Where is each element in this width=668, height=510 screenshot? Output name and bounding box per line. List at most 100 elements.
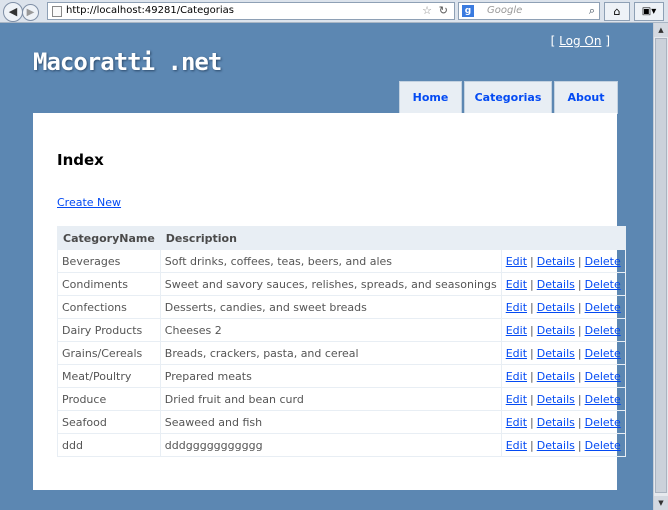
- page-icon: [52, 6, 62, 17]
- table-row: Seafood Seaweed and fish Edit | Details | Dele…: [57, 410, 626, 434]
- header-actions: [500, 226, 626, 250]
- site-title: Macoratti .net: [33, 48, 222, 76]
- action-separator: |: [577, 438, 582, 452]
- action-separator: |: [530, 415, 534, 429]
- search-placeholder: Google: [487, 5, 523, 16]
- edit-link[interactable]: Edit: [506, 370, 527, 383]
- menu-home[interactable]: Home: [399, 81, 462, 114]
- menu-categorias[interactable]: Categorias: [464, 81, 552, 114]
- cell-actions: Edit | Details | Delete: [500, 387, 626, 411]
- action-separator: |: [577, 415, 582, 429]
- cell-category-name: Meat/Poultry: [57, 364, 161, 388]
- scroll-up-arrow-icon[interactable]: ▲: [654, 23, 668, 37]
- table-row: ddd dddggggggggggg Edit | Details | Delete: [57, 433, 626, 457]
- details-link[interactable]: Details: [537, 324, 575, 337]
- reload-icon[interactable]: ↻: [439, 3, 448, 19]
- logon-bracket-close: ]: [605, 34, 610, 48]
- edit-link[interactable]: Edit: [506, 324, 527, 337]
- cell-description: Breads, crackers, pasta, and cereal: [159, 341, 502, 365]
- details-link[interactable]: Details: [537, 255, 575, 268]
- forward-arrow-icon[interactable]: ▶: [22, 4, 39, 21]
- back-arrow-icon[interactable]: ◀: [3, 2, 23, 22]
- action-separator: |: [530, 277, 534, 291]
- cell-actions: Edit | Details | Delete: [500, 295, 626, 319]
- search-input[interactable]: g Google ⌕: [458, 2, 600, 20]
- scroll-thumb[interactable]: [655, 38, 667, 493]
- table-row: Dairy Products Cheeses 2 Edit | Details | Dele…: [57, 318, 626, 342]
- cell-category-name: Condiments: [57, 272, 161, 296]
- delete-link[interactable]: Delete: [585, 255, 621, 268]
- edit-link[interactable]: Edit: [506, 393, 527, 406]
- action-separator: |: [530, 323, 534, 337]
- delete-link[interactable]: Delete: [585, 347, 621, 360]
- cell-category-name: Confections: [57, 295, 161, 319]
- details-link[interactable]: Details: [537, 416, 575, 429]
- action-separator: |: [530, 392, 534, 406]
- delete-link[interactable]: Delete: [585, 301, 621, 314]
- edit-link[interactable]: Edit: [506, 347, 527, 360]
- logon-link[interactable]: Log On: [559, 34, 601, 48]
- header-category-name: CategoryName: [57, 226, 161, 250]
- google-icon[interactable]: g: [462, 5, 474, 17]
- table-header-row: CategoryName Description: [57, 226, 626, 250]
- address-text: http://localhost:49281/Categorias: [66, 5, 234, 16]
- cell-category-name: Dairy Products: [57, 318, 161, 342]
- details-link[interactable]: Details: [537, 278, 575, 291]
- logon-bracket-open: [: [550, 34, 556, 48]
- action-separator: |: [577, 300, 582, 314]
- delete-link[interactable]: Delete: [585, 439, 621, 452]
- addon-icon[interactable]: ▣▾: [634, 2, 664, 21]
- details-link[interactable]: Details: [537, 301, 575, 314]
- delete-link[interactable]: Delete: [585, 370, 621, 383]
- details-link[interactable]: Details: [537, 347, 575, 360]
- main-content: Index Create New CategoryName Descriptio…: [33, 113, 626, 490]
- cell-actions: Edit | Details | Delete: [500, 272, 626, 296]
- edit-link[interactable]: Edit: [506, 301, 527, 314]
- search-icon[interactable]: ⌕: [589, 3, 595, 19]
- cell-description: Cheeses 2: [159, 318, 502, 342]
- table-row: Beverages Soft drinks, coffees, teas, bee…: [57, 249, 626, 273]
- cell-description: Prepared meats: [159, 364, 502, 388]
- table-row: Condiments Sweet and savory sauces, relis…: [57, 272, 626, 296]
- edit-link[interactable]: Edit: [506, 439, 527, 452]
- cell-description: Dried fruit and bean curd: [159, 387, 502, 411]
- action-separator: |: [530, 438, 534, 452]
- edit-link[interactable]: Edit: [506, 416, 527, 429]
- scroll-down-arrow-icon[interactable]: ▼: [654, 496, 668, 510]
- cell-category-name: Grains/Cereals: [57, 341, 161, 365]
- cell-category-name: Produce: [57, 387, 161, 411]
- details-link[interactable]: Details: [537, 393, 575, 406]
- address-bar[interactable]: http://localhost:49281/Categorias ☆ ↻: [47, 2, 455, 20]
- cell-description: Soft drinks, coffees, teas, beers, and a…: [159, 249, 502, 273]
- delete-link[interactable]: Delete: [585, 416, 621, 429]
- details-link[interactable]: Details: [537, 439, 575, 452]
- edit-link[interactable]: Edit: [506, 278, 527, 291]
- cell-actions: Edit | Details | Delete: [500, 249, 626, 273]
- table-row: Confections Desserts, candies, and sweet …: [57, 295, 626, 319]
- vertical-scrollbar[interactable]: ▲ ▼: [653, 23, 668, 510]
- action-separator: |: [530, 369, 534, 383]
- delete-link[interactable]: Delete: [585, 393, 621, 406]
- home-icon[interactable]: ⌂: [604, 2, 630, 21]
- action-separator: |: [577, 369, 582, 383]
- cell-actions: Edit | Details | Delete: [500, 318, 626, 342]
- cell-description: Sweet and savory sauces, relishes, sprea…: [159, 272, 502, 296]
- delete-link[interactable]: Delete: [585, 278, 621, 291]
- create-new-link[interactable]: Create New: [57, 196, 121, 209]
- cell-actions: Edit | Details | Delete: [500, 433, 626, 457]
- action-separator: |: [577, 254, 582, 268]
- table-row: Meat/Poultry Prepared meats Edit | Details | D…: [57, 364, 626, 388]
- page-title: Index: [57, 151, 104, 169]
- bookmark-star-icon[interactable]: ☆: [422, 3, 432, 19]
- logon-area: [ Log On ]: [551, 34, 610, 48]
- edit-link[interactable]: Edit: [506, 255, 527, 268]
- action-separator: |: [577, 392, 582, 406]
- details-link[interactable]: Details: [537, 370, 575, 383]
- delete-link[interactable]: Delete: [585, 324, 621, 337]
- action-separator: |: [530, 254, 534, 268]
- cell-actions: Edit | Details | Delete: [500, 364, 626, 388]
- action-separator: |: [577, 346, 582, 360]
- cell-description: Desserts, candies, and sweet breads: [159, 295, 502, 319]
- action-separator: |: [577, 277, 582, 291]
- menu-about[interactable]: About: [554, 81, 618, 114]
